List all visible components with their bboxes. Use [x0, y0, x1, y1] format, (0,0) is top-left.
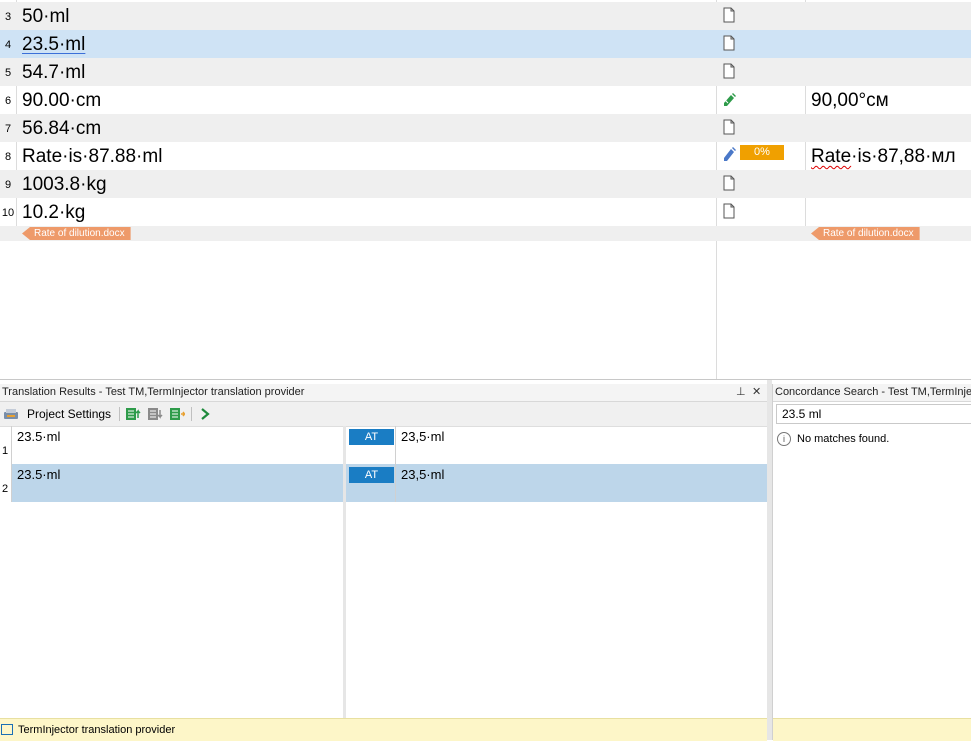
row-number: 3	[4, 11, 12, 23]
result-target: 23,5·ml	[401, 429, 445, 444]
source-segment[interactable]: Rate·is·87.88·ml	[22, 142, 162, 170]
result-source: 23.5·ml	[11, 426, 343, 464]
concordance-status-bar	[773, 718, 971, 741]
source-segment[interactable]: 23.5·ml	[22, 30, 85, 58]
segment-row-8[interactable]: 8 Rate·is·87.88·ml 0% Rate·is·87,88·мл	[0, 142, 971, 170]
target-text-rest: ·is·87,88·мл	[851, 146, 956, 167]
row-number: 8	[4, 151, 12, 163]
concordance-search-panel: Concordance Search - Test TM,TermInjecto…	[772, 384, 971, 741]
segment-row-9[interactable]: 9 1003.8·kg	[0, 170, 971, 198]
target-segment[interactable]	[811, 170, 971, 198]
translated-pencil-icon	[724, 93, 736, 106]
column-separator[interactable]	[343, 426, 346, 718]
source-file-tag: Rate of dilution.docx	[22, 227, 131, 240]
target-segment[interactable]	[811, 114, 971, 142]
result-source: 23.5·ml	[11, 464, 343, 502]
source-segment[interactable]: 50·ml	[22, 2, 70, 30]
document-end-row: Rate of dilution.docx Rate of dilution.d…	[0, 226, 971, 241]
document-icon	[723, 7, 735, 23]
result-target: 23,5·ml	[401, 467, 445, 482]
info-icon: i	[777, 432, 791, 447]
close-icon[interactable]: ✕	[752, 384, 761, 401]
translation-results-title-bar: Translation Results - Test TM,TermInject…	[0, 384, 767, 402]
at-badge: AT	[349, 467, 394, 483]
pin-icon[interactable]: ⊥	[736, 384, 746, 401]
match-percentage-badge: 0%	[740, 145, 784, 160]
segment-row-5[interactable]: 5 54.7·ml	[0, 58, 971, 86]
result-target-cell[interactable]: AT 23,5·ml	[346, 426, 767, 464]
source-segment[interactable]: 10.2·kg	[22, 198, 85, 226]
move-up-icon[interactable]	[125, 406, 141, 422]
segment-row-6[interactable]: 6 90.00·cm 90,00°см	[0, 86, 971, 114]
draft-pencil-icon	[724, 147, 736, 161]
result-target-cell[interactable]: AT 23,5·ml	[346, 464, 767, 502]
row-number: 6	[4, 95, 12, 107]
source-segment[interactable]: 1003.8·kg	[22, 170, 107, 198]
source-segment[interactable]: 90.00·cm	[22, 86, 101, 114]
at-badge: AT	[349, 429, 394, 445]
concordance-search-input[interactable]	[776, 404, 971, 424]
result-row-1[interactable]: 1 23.5·ml AT 23,5·ml	[0, 426, 767, 464]
provider-icon	[1, 724, 13, 735]
target-segment[interactable]	[811, 198, 971, 226]
target-segment[interactable]	[811, 58, 971, 86]
segment-row-3[interactable]: 3 50·ml	[0, 2, 971, 30]
result-number: 1	[1, 445, 9, 457]
results-toolbar: Project Settings	[0, 402, 767, 427]
target-file-tag: Rate of dilution.docx	[811, 227, 920, 240]
segment-row-7[interactable]: 7 56.84·cm	[0, 114, 971, 142]
row-number: 10	[1, 207, 15, 219]
row-number: 4	[4, 39, 12, 51]
segment-row-4[interactable]: 4 23.5·ml	[0, 30, 971, 58]
segment-row-10[interactable]: 10 10.2·kg	[0, 198, 971, 226]
concordance-title-bar: Concordance Search - Test TM,TermInjecto…	[773, 384, 971, 402]
no-matches-text: No matches found.	[797, 433, 890, 445]
row-number: 7	[4, 123, 12, 135]
toolbar-separator	[119, 407, 120, 421]
target-segment[interactable]: 90,00°см	[811, 86, 971, 114]
row-number: 9	[4, 179, 12, 191]
provider-name: TermInjector translation provider	[18, 724, 176, 736]
project-settings-button[interactable]: Project Settings	[27, 402, 111, 426]
chevron-right-icon[interactable]	[197, 406, 213, 422]
project-settings-icon[interactable]	[3, 406, 19, 422]
concordance-message: i No matches found.	[777, 432, 890, 447]
cell-divider	[395, 426, 396, 464]
translation-results-panel: Translation Results - Test TM,TermInject…	[0, 384, 767, 741]
editor-border	[0, 379, 971, 380]
apply-result-icon[interactable]	[169, 406, 185, 422]
document-icon	[723, 63, 735, 79]
target-segment[interactable]	[811, 2, 971, 30]
source-segment[interactable]: 54.7·ml	[22, 58, 85, 86]
document-icon	[723, 35, 735, 51]
editor-grid: 3 50·ml 4 23.5·ml 5 54.7·ml 6 90.00·cm 9…	[0, 0, 971, 380]
misspelled-word[interactable]: Rate	[811, 146, 851, 167]
row-number: 5	[4, 67, 12, 79]
result-number: 2	[1, 483, 9, 495]
document-icon	[723, 175, 735, 191]
document-icon	[723, 203, 735, 219]
source-segment[interactable]: 56.84·cm	[22, 114, 101, 142]
move-down-icon[interactable]	[147, 406, 163, 422]
panel-title: Concordance Search - Test TM,TermInjecto…	[775, 386, 971, 398]
target-segment[interactable]: Rate·is·87,88·мл	[811, 142, 971, 170]
cell-divider	[395, 464, 396, 502]
panel-title: Translation Results - Test TM,TermInject…	[2, 386, 305, 398]
provider-status-bar: TermInjector translation provider	[0, 718, 767, 741]
target-segment[interactable]	[811, 30, 971, 58]
result-row-2[interactable]: 2 23.5·ml AT 23,5·ml	[0, 464, 767, 502]
toolbar-separator	[191, 407, 192, 421]
document-icon	[723, 119, 735, 135]
